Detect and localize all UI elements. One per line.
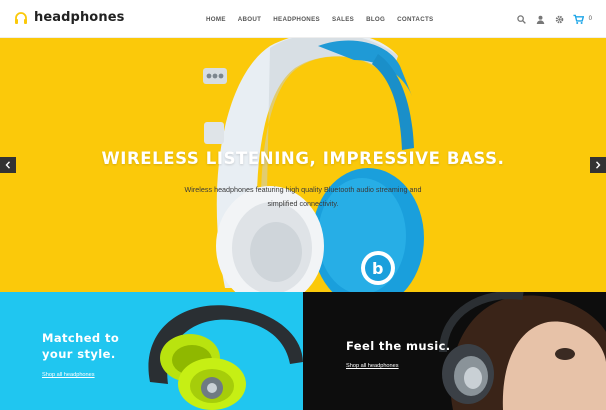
cart-icon[interactable]	[573, 14, 584, 25]
svg-text:b: b	[372, 259, 383, 278]
search-icon[interactable]	[516, 14, 527, 25]
promo-right-shop-link[interactable]: Shop all headphones	[346, 363, 399, 369]
gear-icon[interactable]	[554, 14, 565, 25]
logo[interactable]: headphones	[14, 10, 124, 25]
nav-item-blog[interactable]: BLOG	[360, 16, 391, 23]
hero-title: WIRELESS LISTENING, IMPRESSIVE BASS.	[101, 149, 505, 168]
nav-item-about[interactable]: ABOUT	[232, 16, 268, 23]
site-header: headphones HOME ABOUT HEADPHONES SALES B…	[0, 0, 606, 38]
slider-next-button[interactable]	[590, 157, 606, 173]
hero-slider: b WIRELESS LISTENING, IMPRESSIVE BASS. W…	[0, 38, 606, 292]
cart-count[interactable]: 0	[589, 16, 592, 22]
header-tools: 0	[516, 0, 592, 38]
promo-left-title: Matched to your style.	[42, 331, 120, 361]
chevron-right-icon	[595, 161, 601, 169]
promo-right-title: Feel the music.	[346, 339, 451, 353]
user-icon[interactable]	[535, 14, 546, 25]
chevron-left-icon	[5, 161, 11, 169]
promo-matched-style: Matched to your style. Shop all headphon…	[0, 292, 303, 410]
slider-prev-button[interactable]	[0, 157, 16, 173]
brand-name: headphones	[34, 10, 125, 25]
nav-item-home[interactable]: HOME	[200, 16, 232, 23]
promo-left-shop-link[interactable]: Shop all headphones	[42, 372, 95, 378]
nav-item-headphones[interactable]: HEADPHONES	[267, 16, 326, 23]
nav-item-sales[interactable]: SALES	[326, 16, 360, 23]
nav-item-contacts[interactable]: CONTACTS	[391, 16, 439, 23]
main-nav: HOME ABOUT HEADPHONES SALES BLOG CONTACT…	[200, 0, 439, 38]
promo-feel-music: Feel the music. Shop all headphones	[303, 292, 606, 410]
headphones-logo-icon	[15, 11, 27, 24]
hero-subtitle: Wireless headphones featuring high quali…	[184, 185, 422, 208]
